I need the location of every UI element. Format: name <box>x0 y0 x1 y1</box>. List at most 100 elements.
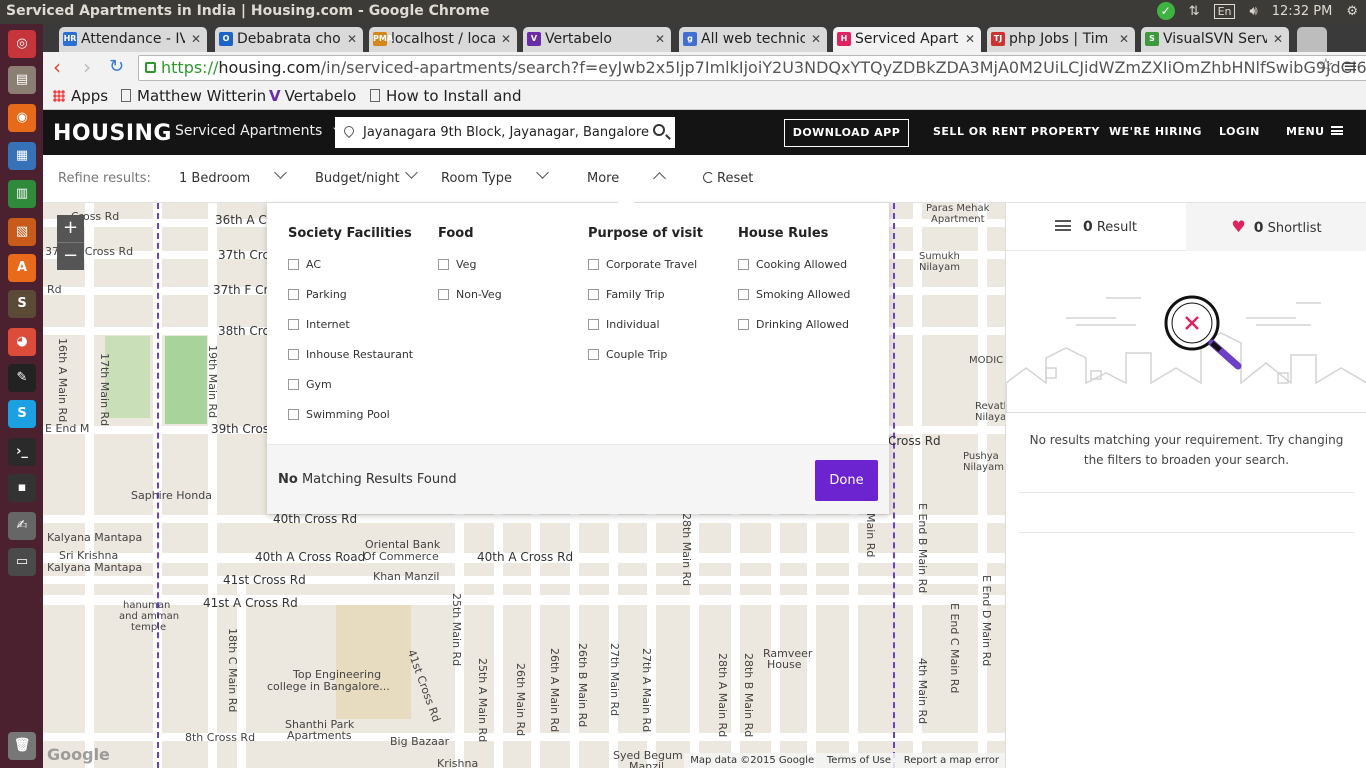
chevron-down-icon[interactable] <box>274 166 287 179</box>
chrome-icon[interactable]: ◕ <box>8 328 36 356</box>
tab-all-web[interactable]: g All web technic ✕ <box>679 27 827 52</box>
room-type-filter[interactable]: Room Type <box>441 171 512 186</box>
hiring-link[interactable]: WE'RE HIRING <box>1109 125 1202 138</box>
option-corporate-travel[interactable]: Corporate Travel <box>588 258 703 288</box>
zoom-in-button[interactable]: + <box>57 215 84 242</box>
checkbox[interactable] <box>738 259 749 270</box>
close-tab-icon[interactable]: ✕ <box>1273 27 1283 51</box>
checkbox[interactable] <box>588 259 599 270</box>
zoom-out-button[interactable]: − <box>57 243 84 270</box>
option-family-trip[interactable]: Family Trip <box>588 288 703 318</box>
calc-icon[interactable]: ▥ <box>8 180 36 208</box>
chevron-down-icon[interactable] <box>405 166 418 179</box>
chrome-menu-icon[interactable]: ≡ <box>1343 56 1358 77</box>
new-tab-button[interactable] <box>1297 27 1327 52</box>
close-tab-icon[interactable]: ✕ <box>965 27 975 51</box>
update-check-icon[interactable]: ✓ <box>1156 2 1175 20</box>
checkbox[interactable] <box>288 289 299 300</box>
back-arrow-icon[interactable]: ‹ <box>53 56 61 78</box>
category-dropdown[interactable]: Serviced Apartments <box>175 122 345 139</box>
network-icon[interactable]: ⇅ <box>1189 4 1200 19</box>
close-tab-icon[interactable]: ✕ <box>501 27 511 51</box>
sell-or-rent-link[interactable]: SELL OR RENT PROPERTY <box>933 125 1100 138</box>
option-individual[interactable]: Individual <box>588 318 703 348</box>
option-swimming-pool[interactable]: Swimming Pool <box>288 408 413 438</box>
tab-housing-active[interactable]: H Serviced Apart ✕ <box>833 27 981 52</box>
close-tab-icon[interactable]: ✕ <box>811 27 821 51</box>
close-tab-icon[interactable]: ✕ <box>655 27 665 51</box>
option-internet[interactable]: Internet <box>288 318 413 348</box>
trash-icon[interactable]: 🗑︎ <box>8 732 36 760</box>
close-tab-icon[interactable]: ✕ <box>1119 27 1129 51</box>
tab-attendance[interactable]: HR Attendance - IV ✕ <box>59 27 207 52</box>
address-bar[interactable]: https://housing.com/in/serviced-apartmen… <box>138 55 1366 81</box>
reload-icon[interactable]: ↻ <box>109 56 124 78</box>
more-filter[interactable]: More <box>587 171 619 186</box>
workspace-icon[interactable]: ▭ <box>8 548 36 576</box>
option-smoking-allowed[interactable]: Smoking Allowed <box>738 288 850 318</box>
option-parking[interactable]: Parking <box>288 288 413 318</box>
checkbox[interactable] <box>738 289 749 300</box>
sublime-icon[interactable]: S <box>8 290 36 318</box>
option-couple-trip[interactable]: Couple Trip <box>588 348 703 378</box>
checkbox[interactable] <box>288 379 299 390</box>
tab-outlook[interactable]: O Debabrata cho ✕ <box>215 27 363 52</box>
option-inhouse-restaurant[interactable]: Inhouse Restaurant <box>288 348 413 378</box>
text-editor-icon[interactable]: ✍ <box>8 512 36 540</box>
checkbox[interactable] <box>738 319 749 330</box>
search-icon[interactable] <box>653 124 665 136</box>
forward-arrow-icon[interactable]: › <box>83 56 91 78</box>
checkbox[interactable] <box>288 349 299 360</box>
done-button[interactable]: Done <box>815 460 878 501</box>
checkbox[interactable] <box>288 259 299 270</box>
dash-home-icon[interactable]: ◎ <box>8 30 36 58</box>
writer-icon[interactable]: ▦ <box>8 142 36 170</box>
skype-icon[interactable]: S <box>8 400 36 428</box>
terms-of-use-link[interactable]: Terms of Use <box>827 755 891 766</box>
close-tab-icon[interactable]: ✕ <box>191 27 201 51</box>
option-veg[interactable]: Veg <box>438 258 502 288</box>
close-tab-icon[interactable]: ✕ <box>347 27 357 51</box>
impress-icon[interactable]: ▧ <box>8 218 36 246</box>
tab-vertabelo[interactable]: V Vertabelo ✕ <box>523 27 671 52</box>
budget-filter[interactable]: Budget/night <box>315 171 400 186</box>
software-center-icon[interactable]: A <box>8 254 36 282</box>
gimp-icon[interactable]: ✎ <box>8 364 36 392</box>
checkbox[interactable] <box>438 289 449 300</box>
tab-timesjobs[interactable]: TJ php Jobs | Tim ✕ <box>987 27 1135 52</box>
report-map-error-link[interactable]: Report a map error <box>904 755 999 766</box>
tab-visualsvn[interactable]: S VisualSVN Serv ✕ <box>1141 27 1289 52</box>
settings-gear-icon[interactable]: ⚙ <box>1346 4 1358 19</box>
clock[interactable]: 12:32 PM <box>1272 4 1333 19</box>
terminal-icon[interactable]: ›_ <box>8 438 36 466</box>
files-icon[interactable]: ▤ <box>8 66 36 94</box>
bookmark-apps[interactable]: Apps <box>53 87 108 105</box>
reset-button[interactable]: Reset <box>703 171 753 186</box>
housing-logo[interactable]: HOUSING <box>53 121 172 146</box>
location-search-input[interactable]: Jayanagara 9th Block, Jayanagar, Bangalo… <box>335 117 675 148</box>
checkbox[interactable] <box>288 319 299 330</box>
firefox-icon[interactable]: ◉ <box>8 104 36 132</box>
bookmark-how-to-install[interactable]: How to Install and <box>370 87 521 105</box>
volume-icon[interactable]: 🔊︎ <box>1249 4 1257 19</box>
keyboard-language[interactable]: En <box>1213 3 1236 19</box>
option-gym[interactable]: Gym <box>288 378 413 408</box>
bedroom-filter[interactable]: 1 Bedroom <box>179 171 250 186</box>
bookmark-matthew[interactable]: Matthew Witterin <box>121 87 266 105</box>
menu-button[interactable]: MENU <box>1286 125 1343 138</box>
tab-phpmyadmin[interactable]: PMA localhost / loca ✕ <box>369 27 517 52</box>
checkbox[interactable] <box>588 289 599 300</box>
checkbox[interactable] <box>588 349 599 360</box>
login-link[interactable]: LOGIN <box>1219 125 1260 138</box>
tab-results[interactable]: 0 Result <box>1006 203 1186 251</box>
checkbox[interactable] <box>288 409 299 420</box>
chevron-up-icon[interactable] <box>653 172 666 185</box>
download-app-button[interactable]: DOWNLOAD APP <box>784 119 909 147</box>
bookmark-vertabelo[interactable]: V Vertabelo <box>269 87 356 105</box>
option-non-veg[interactable]: Non-Veg <box>438 288 502 318</box>
bookmark-star-icon[interactable]: ☆ <box>1318 55 1334 76</box>
tab-shortlist[interactable]: ♥ 0 Shortlist <box>1186 203 1366 251</box>
option-ac[interactable]: AC <box>288 258 413 288</box>
option-cooking-allowed[interactable]: Cooking Allowed <box>738 258 850 288</box>
system-monitor-icon[interactable]: ▪ <box>8 474 36 502</box>
